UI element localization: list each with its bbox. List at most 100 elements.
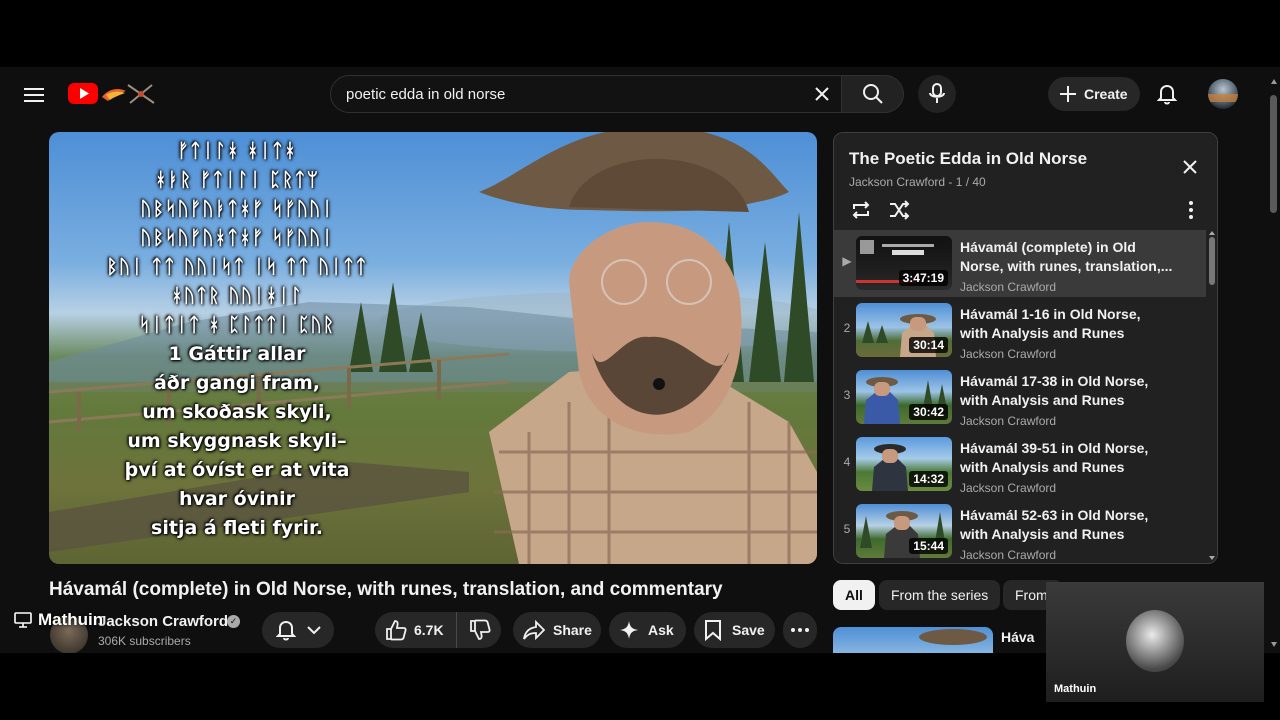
- shuffle-icon[interactable]: [886, 197, 912, 223]
- verified-badge-icon: ✓: [227, 615, 240, 628]
- norse-line: 1 Gáttir allar: [168, 343, 306, 365]
- thumbs-up-icon: [386, 620, 407, 641]
- search-icon[interactable]: [842, 75, 904, 113]
- menu-icon[interactable]: [18, 79, 50, 111]
- playlist-item[interactable]: 5 15:44 Hávamál 52-63 in Old Norse, with…: [834, 498, 1206, 563]
- loop-icon[interactable]: [848, 197, 874, 223]
- browser-viewport: Create: [0, 67, 1280, 653]
- playlist-scroll-up-icon[interactable]: [1209, 231, 1215, 235]
- notifications-bell-icon[interactable]: [1152, 79, 1182, 109]
- presenter-name: Mathuin: [38, 610, 104, 629]
- playlist-item-title-line: Norse, with runes, translation,...: [960, 258, 1173, 274]
- playlist-item-title: Hávamál 17-38 in Old Norse, with Analysi…: [960, 372, 1160, 410]
- sparkle-icon: [620, 621, 638, 639]
- playlist-scrollbar-thumb[interactable]: [1209, 237, 1215, 285]
- norse-line: áðr gangi fram,: [153, 372, 320, 394]
- playlist-thumbnail: 14:32: [856, 437, 952, 491]
- playlist-item[interactable]: ▶ 3:47:19 Hávamál (complete) in Old Nors…: [834, 230, 1206, 297]
- channel-name[interactable]: Jackson Crawford: [98, 613, 228, 630]
- recommendation-thumbnail[interactable]: [833, 627, 993, 653]
- playlist-item-channel: Jackson Crawford: [960, 414, 1057, 428]
- playlist-item-channel: Jackson Crawford: [960, 347, 1057, 361]
- playlist-item-title: Hávamál (complete) in Old Norse, with ru…: [960, 238, 1173, 276]
- playlist-item-title-line: with Analysis and Runes: [960, 325, 1125, 341]
- webcam-name: Mathuin: [1054, 683, 1097, 695]
- playlist-item-title-line: Hávamál 52-63 in Old Norse,: [960, 507, 1149, 523]
- share-label: Share: [553, 622, 592, 638]
- search-box: [330, 75, 842, 113]
- webcam-person: [1126, 610, 1184, 672]
- ask-button[interactable]: Ask: [609, 612, 686, 648]
- save-label: Save: [732, 622, 765, 638]
- page-scrollbar[interactable]: [1268, 73, 1280, 653]
- chip-all[interactable]: All: [833, 580, 875, 610]
- playlist-item[interactable]: 2 30:14 Hávamál 1-16 in Old Norse, with …: [834, 297, 1206, 364]
- save-button[interactable]: Save: [694, 612, 775, 648]
- playlist-item-title: Hávamál 52-63 in Old Norse, with Analysi…: [960, 506, 1160, 544]
- scroll-up-arrow-icon[interactable]: [1271, 79, 1277, 84]
- norse-line: um skyggnask skyli–: [127, 430, 347, 452]
- youtube-logo[interactable]: [68, 81, 158, 107]
- bell-icon: [275, 620, 296, 641]
- thumbnail-image: [919, 629, 987, 645]
- playlist-items: ▶ 3:47:19 Hávamál (complete) in Old Nors…: [834, 230, 1217, 563]
- playlist-subtitle: Jackson Crawford - 1 / 40: [849, 175, 986, 189]
- playlist-item-title-line: with Analysis and Runes: [960, 459, 1125, 475]
- playlist-item-index: 4: [843, 455, 851, 469]
- playlist-item-channel: Jackson Crawford: [960, 481, 1057, 495]
- plus-icon: [1060, 86, 1076, 102]
- thumbs-down-icon: [469, 619, 491, 640]
- video-duration: 30:42: [909, 404, 948, 420]
- ask-label: Ask: [648, 622, 674, 638]
- norse-line: því at óvíst er at vita: [124, 459, 350, 481]
- webcam-tile: Mathuin: [1046, 582, 1264, 702]
- norse-line: sitja á fleti fyrir.: [151, 517, 323, 539]
- subscription-notifications-button[interactable]: [262, 612, 334, 648]
- close-icon[interactable]: [1178, 155, 1202, 179]
- playlist-item-title-line: Hávamál 1-16 in Old Norse,: [960, 306, 1141, 322]
- chevron-down-icon: [306, 626, 321, 635]
- chip-from-the-series[interactable]: From the series: [879, 580, 1001, 610]
- microphone-icon[interactable]: [918, 75, 956, 113]
- playlist-scroll-down-icon[interactable]: [1209, 556, 1215, 560]
- playlist-item[interactable]: 3 30:42 Hávamál 17-38 in Old Norse, with…: [834, 364, 1206, 431]
- presenter-indicator: Mathuin: [14, 610, 103, 630]
- recommendation-title[interactable]: Háva: [1001, 629, 1034, 645]
- playlist-item[interactable]: 4 14:32 Hávamál 39-51 in Old Norse, with…: [834, 431, 1206, 498]
- create-label: Create: [1084, 86, 1128, 102]
- share-button[interactable]: Share: [513, 612, 601, 648]
- video-duration: 3:47:19: [898, 270, 948, 286]
- more-actions-button[interactable]: [783, 612, 817, 648]
- page-scrollbar-thumb[interactable]: [1270, 95, 1277, 213]
- create-button[interactable]: Create: [1048, 77, 1140, 111]
- like-count: 6.7K: [414, 622, 444, 638]
- video-text-overlay: ᚠᛏᛁᛚᚼ ᚼᛁᛏᚼ ᚼᛓᚱ ᚠᛏᛁᛚᛁ ᛈᚱᛏᛘ ᚢᛒᛋᚢᚠᚢᛓᛏᚼᚠ ᛋᚠᚢ…: [49, 132, 449, 564]
- more-vertical-icon[interactable]: [1180, 197, 1202, 223]
- scroll-down-arrow-icon[interactable]: [1271, 642, 1277, 647]
- bookmark-icon: [705, 620, 721, 641]
- user-avatar[interactable]: [1208, 79, 1238, 109]
- playlist-header: The Poetic Edda in Old Norse Jackson Cra…: [834, 133, 1217, 231]
- clear-search-icon[interactable]: [805, 77, 839, 111]
- playlist-item-title-line: Hávamál 39-51 in Old Norse,: [960, 440, 1149, 456]
- video-duration: 15:44: [909, 538, 948, 554]
- playlist-thumbnail: 30:42: [856, 370, 952, 424]
- video-duration: 14:32: [909, 471, 948, 487]
- like-button[interactable]: 6.7K: [375, 612, 457, 648]
- masthead: Create: [0, 67, 1268, 123]
- rune-line: ᚢᛒᛋᚢᚠᚢᛓᛏᚼᚠ ᛋᚠᚢᚢᛁ: [140, 198, 334, 220]
- playlist-item-channel: Jackson Crawford: [960, 548, 1057, 562]
- search-input[interactable]: [331, 76, 805, 112]
- playlist-item-title-line: Hávamál (complete) in Old: [960, 239, 1136, 255]
- dislike-button[interactable]: [457, 612, 503, 648]
- video-duration: 30:14: [909, 337, 948, 353]
- playlist-item-index: 5: [843, 522, 851, 536]
- playlist-item-title-line: Hávamál 17-38 in Old Norse,: [960, 373, 1149, 389]
- playlist-item-title-line: with Analysis and Runes: [960, 392, 1125, 408]
- share-icon: [523, 620, 545, 640]
- video-player[interactable]: ᚠᛏᛁᛚᚼ ᚼᛁᛏᚼ ᚼᛓᚱ ᚠᛏᛁᛚᛁ ᛈᚱᛏᛘ ᚢᛒᛋᚢᚠᚢᛓᛏᚼᚠ ᛋᚠᚢ…: [49, 132, 817, 564]
- like-dislike-group: 6.7K: [375, 612, 501, 648]
- playlist-title[interactable]: The Poetic Edda in Old Norse: [849, 149, 1087, 169]
- rune-line: ᛋᛁᛏᛁᛏ ᚼ ᛈᛚᛏᛏᛁ ᛈᚢᚱ: [138, 314, 336, 336]
- playlist-item-title: Hávamál 39-51 in Old Norse, with Analysi…: [960, 439, 1160, 477]
